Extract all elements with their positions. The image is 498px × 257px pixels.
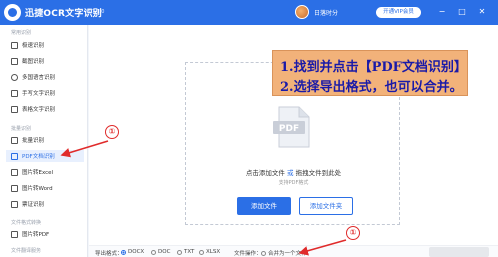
annotation-arrows: [60, 140, 347, 256]
arrow-to-pdf-ocr: [60, 140, 109, 158]
arrow-to-merge-option: [298, 239, 347, 256]
